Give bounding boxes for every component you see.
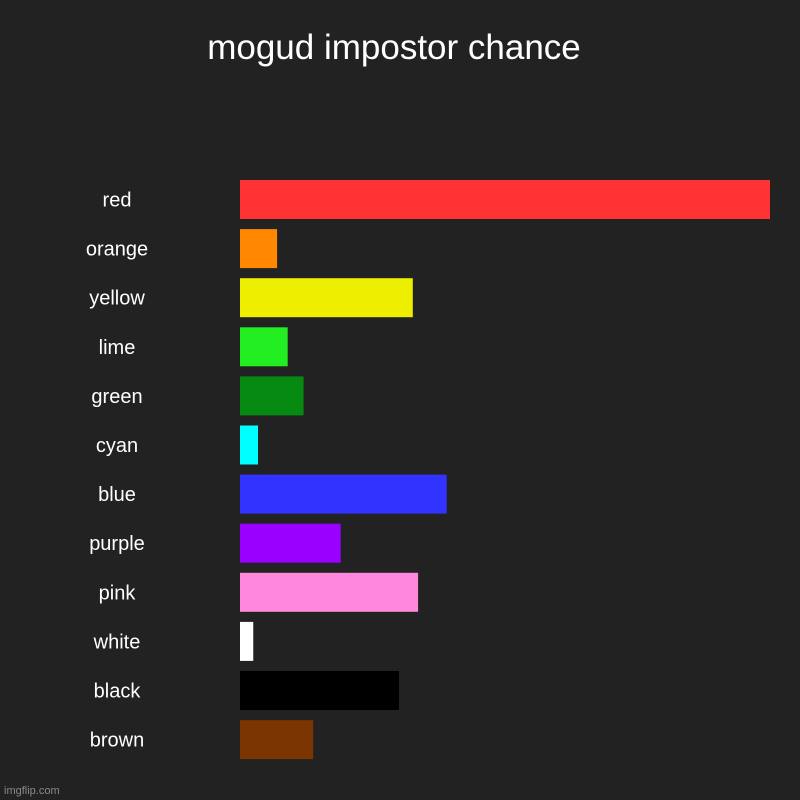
category-label-orange: orange [86, 239, 148, 261]
category-label-yellow: yellow [89, 288, 145, 310]
bar-green [240, 376, 304, 416]
bar-blue [240, 474, 447, 514]
watermark: imgflip.com [4, 785, 60, 797]
category-label-blue: blue [98, 484, 136, 506]
category-label-purple: purple [89, 533, 145, 555]
bar-cyan [240, 425, 259, 465]
category-label-cyan: cyan [96, 435, 138, 457]
bar-brown [240, 720, 314, 760]
bar-black [240, 671, 399, 710]
bar-lime [240, 327, 288, 367]
bar-purple [240, 523, 341, 563]
category-label-red: red [103, 190, 132, 212]
category-label-brown: brown [90, 730, 144, 752]
category-label-green: green [91, 386, 142, 408]
category-label-black: black [94, 681, 142, 703]
bar-orange [240, 229, 278, 269]
bar-white [240, 621, 254, 661]
category-label-pink: pink [99, 582, 137, 604]
bar-pink [240, 572, 419, 612]
category-label-white: white [93, 631, 141, 653]
bar-chart: red orange yellow lime green cyan blue purple pi… [86, 180, 770, 760]
bar-yellow [240, 278, 413, 318]
bar-red [240, 180, 770, 219]
category-label-lime: lime [99, 337, 136, 359]
